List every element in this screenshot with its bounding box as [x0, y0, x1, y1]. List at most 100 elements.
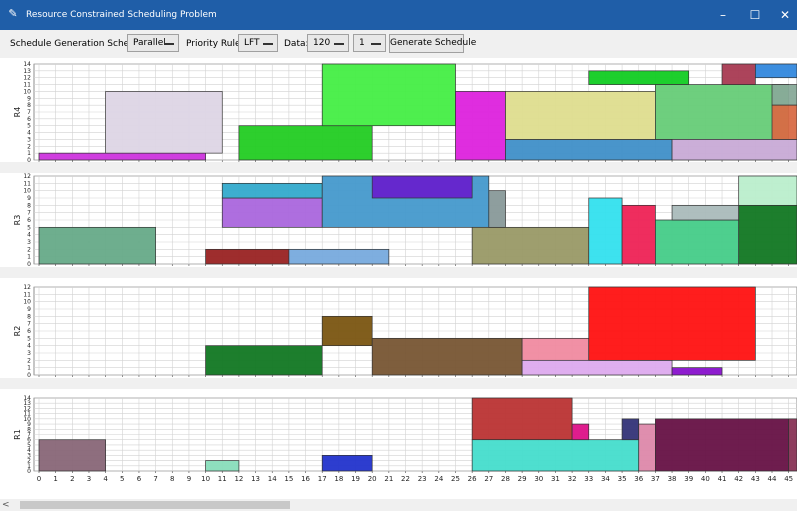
toolbar: Schedule Generation Scheme: Parallel Pri…	[0, 30, 797, 58]
sgs-dropdown[interactable]: Parallel	[127, 34, 179, 52]
y-tick-label: 6	[27, 328, 31, 335]
task-bar	[371, 337, 523, 376]
y-tick-label: 12	[23, 75, 31, 82]
y-tick-label: 4	[27, 130, 31, 137]
x-tick-label: 4	[103, 475, 108, 483]
task-bar	[521, 359, 673, 376]
x-tick-label: 45	[784, 475, 793, 483]
x-tick-label: 25	[451, 475, 460, 483]
data-set-dropdown[interactable]: 120	[307, 34, 349, 52]
y-tick-label: 8	[27, 313, 31, 320]
x-tick-label: 12	[234, 475, 243, 483]
x-tick-label: 9	[187, 475, 191, 483]
y-tick-label: 2	[27, 246, 31, 253]
y-tick-label: 5	[27, 123, 31, 130]
task-bar	[655, 219, 740, 265]
x-tick-label: 6	[137, 475, 142, 483]
y-tick-label: 6	[27, 217, 31, 224]
y-tick-label: 8	[27, 202, 31, 209]
y-tick-label: 1	[27, 254, 31, 261]
priority-rule-dropdown[interactable]: LFT	[238, 34, 278, 52]
panel-separator	[0, 162, 797, 173]
maximize-button[interactable]: ☐	[740, 0, 770, 30]
task-bar	[505, 91, 656, 140]
task-bar	[738, 175, 797, 206]
task-bar	[655, 84, 790, 140]
task-bar	[105, 91, 223, 154]
y-tick-label: 7	[27, 109, 31, 116]
x-tick-label: 18	[334, 475, 343, 483]
y-tick-label: 2	[27, 143, 31, 150]
y-tick-label: 4	[27, 232, 31, 239]
task-bar	[505, 139, 673, 161]
task-bar	[621, 204, 656, 265]
x-tick-label: 3	[87, 475, 91, 483]
x-tick-label: 28	[501, 475, 510, 483]
x-tick-label: 13	[251, 475, 260, 483]
y-tick-label: 9	[27, 306, 31, 313]
task-bar	[371, 175, 473, 199]
x-tick-label: 30	[534, 475, 543, 483]
x-tick-label: 26	[468, 475, 477, 483]
y-tick-label: 1	[27, 150, 31, 157]
x-tick-label: 29	[518, 475, 527, 483]
y-tick-label: 7	[27, 321, 31, 328]
x-tick-label: 24	[434, 475, 443, 483]
scroll-left-arrow-icon[interactable]: <	[2, 499, 10, 511]
y-tick-label: 4	[27, 343, 31, 350]
task-bar	[288, 248, 390, 265]
y-tick-label: 7	[27, 210, 31, 217]
task-bar	[755, 63, 797, 79]
scrollbar-thumb[interactable]	[20, 501, 290, 509]
priority-rule-label: Priority Rule:	[186, 39, 244, 49]
task-bar	[205, 248, 290, 265]
x-tick-label: 41	[718, 475, 727, 483]
y-tick-label: 10	[23, 299, 31, 306]
task-bar	[321, 315, 373, 347]
window-title: Resource Constrained Scheduling Problem	[26, 10, 217, 20]
minimize-button[interactable]: –	[708, 0, 738, 30]
y-tick-label: 10	[23, 188, 31, 195]
y-tick-label: 1	[27, 365, 31, 372]
panel-separator	[0, 378, 797, 389]
y-tick-label: 11	[23, 180, 31, 187]
x-tick-label: 1	[53, 475, 57, 483]
x-tick-label: 20	[368, 475, 377, 483]
task-bar	[238, 125, 373, 161]
task-bar	[205, 345, 323, 376]
x-tick-label: 27	[484, 475, 493, 483]
task-bar	[205, 460, 240, 472]
resource-axis-label: R2	[13, 326, 22, 337]
task-bar	[738, 204, 797, 265]
task-bar	[671, 204, 740, 221]
x-tick-label: 11	[218, 475, 227, 483]
task-bar	[221, 182, 323, 199]
instance-dropdown[interactable]: 1	[353, 34, 386, 52]
y-tick-label: 3	[27, 350, 31, 357]
task-bar	[38, 152, 206, 161]
x-tick-label: 10	[201, 475, 210, 483]
x-tick-label: 38	[668, 475, 677, 483]
dropdown-indicator-icon	[164, 43, 174, 45]
y-tick-label: 0	[27, 157, 31, 164]
y-tick-label: 12	[23, 284, 31, 291]
x-tick-label: 17	[318, 475, 327, 483]
y-tick-label: 8	[27, 102, 31, 109]
y-tick-label: 2	[27, 357, 31, 364]
x-tick-label: 34	[601, 475, 610, 483]
generate-schedule-button[interactable]: Generate Schedule	[389, 34, 476, 53]
x-tick-label: 5	[120, 475, 124, 483]
instance-dropdown-value: 1	[359, 38, 365, 48]
x-tick-label: 2	[70, 475, 74, 483]
close-button[interactable]: ✕	[770, 0, 797, 30]
x-tick-label: 42	[734, 475, 743, 483]
x-tick-label: 37	[651, 475, 660, 483]
x-tick-label: 21	[384, 475, 393, 483]
x-tick-label: 32	[568, 475, 577, 483]
y-tick-label: 13	[23, 68, 31, 75]
task-bar	[471, 397, 573, 441]
x-tick-label: 0	[37, 475, 41, 483]
horizontal-scrollbar[interactable]: <	[0, 499, 797, 511]
y-tick-label: 3	[27, 239, 31, 246]
x-tick-label: 39	[684, 475, 693, 483]
